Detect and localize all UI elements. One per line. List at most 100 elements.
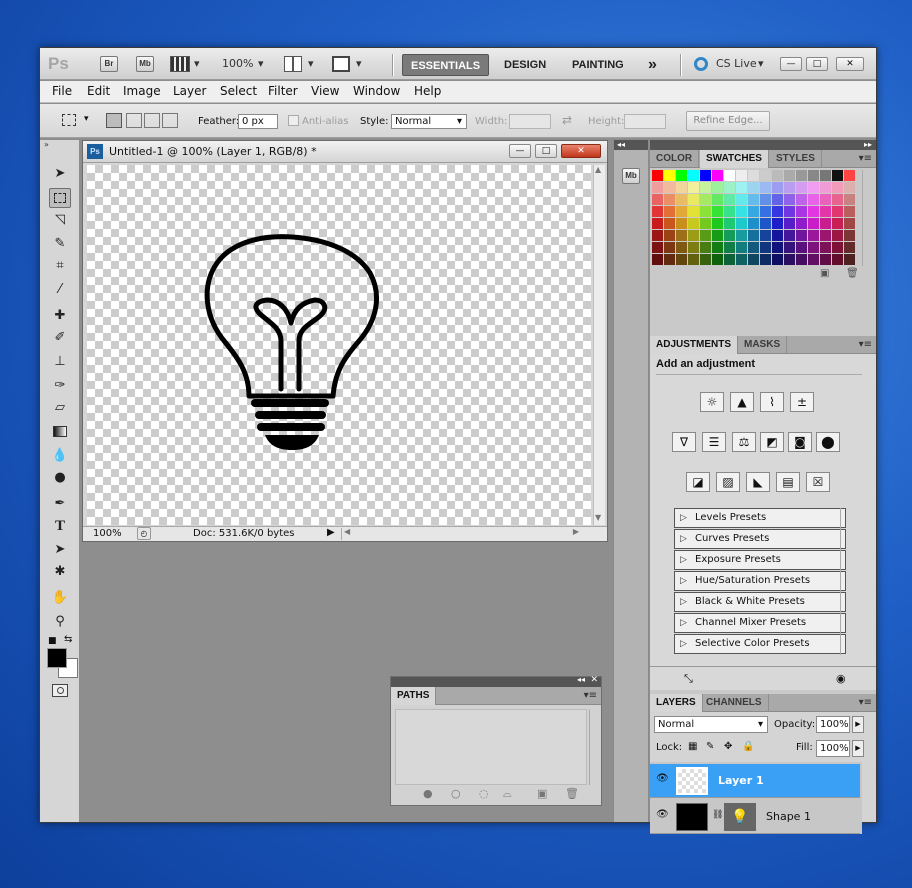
add-to-selection-icon[interactable] [126, 113, 142, 128]
style-select[interactable]: Normal ▾ [391, 114, 467, 129]
swatch[interactable] [784, 218, 795, 229]
menu-filter[interactable]: Filter [268, 84, 298, 98]
swatch[interactable] [724, 230, 735, 241]
type-tool-icon[interactable]: T [49, 516, 71, 536]
marquee-tool-icon[interactable] [62, 114, 76, 126]
swatch[interactable] [676, 206, 687, 217]
vibrance-icon[interactable]: ∇ [672, 432, 696, 452]
swatch[interactable] [652, 218, 663, 229]
swatch[interactable] [736, 206, 747, 217]
swatch[interactable] [748, 182, 759, 193]
swatch-grid[interactable] [652, 170, 860, 266]
swatch[interactable] [844, 206, 855, 217]
swatch[interactable] [772, 230, 783, 241]
panel-menu-icon[interactable]: ▾≡ [584, 690, 597, 701]
preset-item[interactable]: ▷ Levels Presets [674, 508, 846, 528]
layer-row[interactable]: 👁 ⛓ 💡 Shape 1 [650, 800, 860, 834]
swap-icon[interactable]: ⇄ [562, 113, 572, 127]
swatch[interactable] [712, 230, 723, 241]
swatch[interactable] [784, 242, 795, 253]
menu-image[interactable]: Image [123, 84, 161, 98]
new-path-icon[interactable]: ▣ [537, 787, 547, 800]
swatch[interactable] [664, 242, 675, 253]
panel-menu-icon[interactable]: ▾≡ [859, 697, 872, 708]
lock-image-icon[interactable]: ✎ [706, 741, 714, 752]
swatch[interactable] [676, 194, 687, 205]
swatch[interactable] [712, 206, 723, 217]
invert-icon[interactable]: ◪ [686, 472, 710, 492]
swatch[interactable] [808, 170, 819, 181]
tab-adjustments[interactable]: ADJUSTMENTS [650, 336, 739, 354]
swatch[interactable] [796, 242, 807, 253]
swatch[interactable] [748, 194, 759, 205]
menu-layer[interactable]: Layer [173, 84, 206, 98]
panel-menu-icon[interactable]: ▾≡ [859, 153, 872, 164]
zoom-level[interactable]: 100% [222, 57, 253, 70]
swatch[interactable] [796, 194, 807, 205]
layer-name[interactable]: Layer 1 [718, 774, 764, 787]
healing-brush-tool-icon[interactable]: ✚ [49, 306, 71, 326]
swatch[interactable] [808, 230, 819, 241]
tab-paths[interactable]: PATHS [391, 687, 437, 705]
scroll-right-icon[interactable]: ▶ [573, 527, 579, 536]
swatch[interactable] [844, 182, 855, 193]
swatch[interactable] [664, 206, 675, 217]
maximize-button[interactable]: □ [806, 57, 828, 71]
swatch[interactable] [712, 194, 723, 205]
document-minimize-button[interactable]: — [509, 144, 531, 158]
lock-all-icon[interactable]: 🔒 [742, 741, 754, 752]
layer-row[interactable]: 👁 Layer 1 [650, 764, 860, 798]
swatch[interactable] [688, 182, 699, 193]
workspace-design[interactable]: DESIGN [496, 54, 554, 76]
paths-scrollbar[interactable] [589, 709, 597, 785]
swatch[interactable] [796, 230, 807, 241]
height-input[interactable] [624, 114, 666, 129]
menu-file[interactable]: File [52, 84, 72, 98]
swatch[interactable] [832, 194, 843, 205]
collapse-icon[interactable]: ◂◂ [577, 675, 585, 684]
rectangular-marquee-tool-icon[interactable] [49, 188, 71, 208]
swatch[interactable] [688, 230, 699, 241]
swatch[interactable] [736, 170, 747, 181]
tab-masks[interactable]: MASKS [738, 336, 788, 354]
gradient-map-icon[interactable]: ▤ [776, 472, 800, 492]
swatch[interactable] [748, 218, 759, 229]
default-colors-icon[interactable]: ■ [48, 636, 57, 646]
brightness-contrast-icon[interactable]: ☼ [700, 392, 724, 412]
chevron-down-icon[interactable]: ▾ [758, 57, 764, 70]
presets-scrollbar[interactable] [840, 508, 850, 655]
levels-icon[interactable]: ▲ [730, 392, 754, 412]
threshold-icon[interactable]: ◣ [746, 472, 770, 492]
swatch[interactable] [844, 230, 855, 241]
eye-icon[interactable]: 👁 [656, 809, 669, 820]
eye-icon[interactable]: 👁 [656, 773, 669, 784]
preset-item[interactable]: ▷ Selective Color Presets [674, 634, 846, 654]
swatch[interactable] [796, 182, 807, 193]
swatch[interactable] [784, 194, 795, 205]
chevron-down-icon[interactable]: ▾ [356, 57, 362, 70]
swatch[interactable] [712, 254, 723, 265]
intersect-selection-icon[interactable] [162, 113, 178, 128]
swatch[interactable] [688, 170, 699, 181]
preset-item[interactable]: ▷ Exposure Presets [674, 550, 846, 570]
swatch[interactable] [796, 206, 807, 217]
swatch[interactable] [724, 242, 735, 253]
subtract-selection-icon[interactable] [144, 113, 160, 128]
tab-swatches[interactable]: SWATCHES [700, 150, 769, 168]
swatch[interactable] [808, 206, 819, 217]
stroke-path-icon[interactable]: ○ [451, 787, 461, 800]
hand-tool-icon[interactable]: ✋ [49, 588, 71, 608]
status-menu-arrow-icon[interactable]: ▶ [327, 527, 335, 538]
canvas-vertical-scrollbar[interactable]: ▲ ▼ [593, 165, 605, 525]
swatch[interactable] [808, 182, 819, 193]
new-swatch-icon[interactable]: ▣ [820, 268, 829, 279]
canvas[interactable] [87, 165, 591, 525]
swatch[interactable] [820, 194, 831, 205]
swatch[interactable] [772, 242, 783, 253]
swatch[interactable] [844, 170, 855, 181]
refine-edge-button[interactable]: Refine Edge... [686, 111, 770, 131]
swatch[interactable] [844, 194, 855, 205]
swatch[interactable] [712, 218, 723, 229]
clone-stamp-tool-icon[interactable]: ⊥ [49, 352, 71, 372]
swatch[interactable] [712, 242, 723, 253]
